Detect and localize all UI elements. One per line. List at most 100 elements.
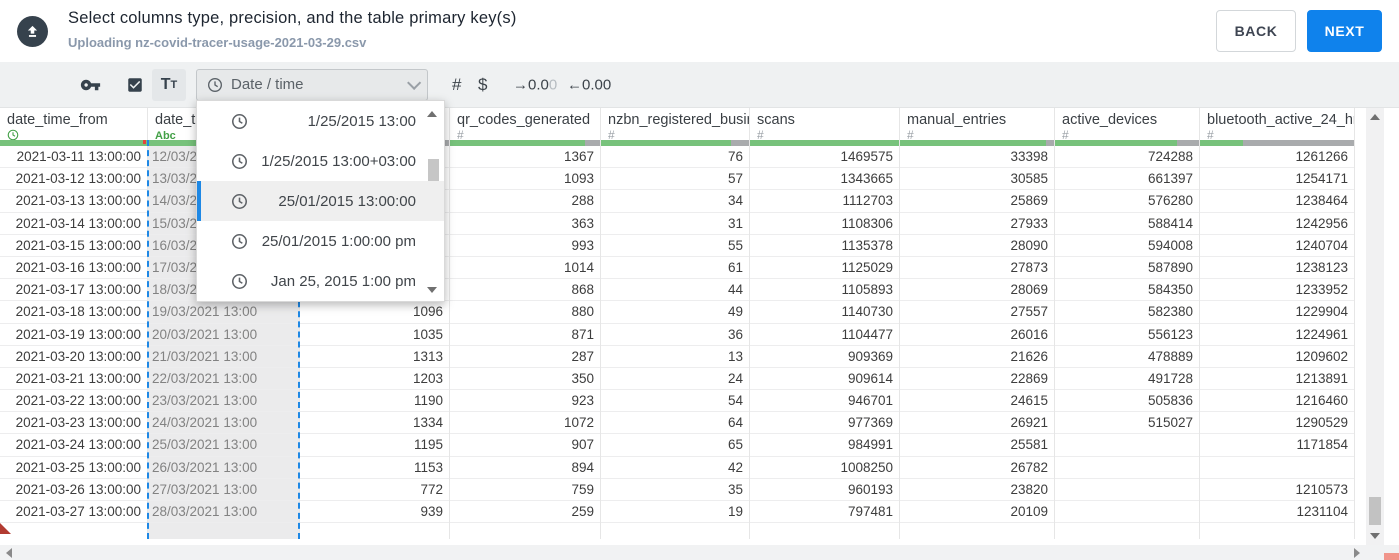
vertical-scrollbar[interactable] bbox=[1366, 108, 1384, 545]
dropdown-option-label: Jan 25, 2015 1:00 pm bbox=[270, 272, 416, 290]
column-header[interactable]: manual_entries # bbox=[900, 108, 1054, 140]
quality-bar-valid bbox=[750, 140, 899, 146]
column-type-indicator bbox=[0, 128, 147, 140]
table-cell: 61 bbox=[601, 257, 749, 280]
dropdown-option[interactable]: 1/25/2015 13:00+03:00 bbox=[197, 141, 444, 181]
table-column-scans[interactable]: scans #1469575 1343665 1112703 1108306 113537… bbox=[750, 108, 900, 539]
table-cell: 1171854 bbox=[1200, 434, 1354, 457]
table-cell: 909614 bbox=[750, 368, 899, 391]
column-header[interactable]: scans # bbox=[750, 108, 899, 140]
table-cell: 946701 bbox=[750, 390, 899, 413]
scroll-up-icon[interactable] bbox=[1370, 114, 1380, 120]
table-cell: 939 bbox=[300, 501, 449, 524]
primary-key-button[interactable] bbox=[80, 74, 101, 95]
upload-arrow-icon bbox=[27, 25, 38, 37]
boolean-type-button[interactable] bbox=[126, 76, 144, 94]
vertical-scroll-thumb[interactable] bbox=[1369, 497, 1381, 525]
table-cell-empty bbox=[750, 523, 899, 539]
table-cell: 1140730 bbox=[750, 301, 899, 324]
column-header[interactable]: active_devices # bbox=[1055, 108, 1199, 140]
dropdown-option[interactable]: 1/25/2015 13:00 bbox=[197, 101, 444, 141]
table-column-bluetooth_active_24_hr_[interactable]: bluetooth_active_24_hr_ #1261266 1254171 12… bbox=[1200, 108, 1355, 539]
table-cell: 909369 bbox=[750, 346, 899, 368]
table-cell: 2021-03-15 13:00:00 bbox=[0, 235, 147, 257]
table-column-qr_codes_generated[interactable]: qr_codes_generated #1367 1093 288 363 993 1014… bbox=[450, 108, 601, 539]
table-cell: 44 bbox=[601, 279, 749, 302]
column-name: bluetooth_active_24_hr_ bbox=[1207, 112, 1354, 128]
dropdown-option-label: 25/01/2015 1:00:00 pm bbox=[261, 232, 416, 250]
quality-bar-valid bbox=[0, 140, 147, 146]
scroll-left-icon[interactable] bbox=[6, 548, 12, 558]
integer-type-button[interactable]: # bbox=[452, 75, 461, 95]
text-type-label: Abc bbox=[155, 130, 176, 140]
table-cell: 28069 bbox=[900, 279, 1054, 302]
currency-type-button[interactable]: $ bbox=[478, 75, 487, 95]
table-cell: 26016 bbox=[900, 324, 1054, 346]
column-name: date_time_from bbox=[7, 112, 108, 128]
table-cell: 1367 bbox=[450, 146, 600, 169]
table-cell: 350 bbox=[450, 368, 600, 391]
table-cell: 977369 bbox=[750, 412, 899, 435]
table-cell: 894 bbox=[450, 457, 600, 479]
row-error-icon bbox=[0, 523, 11, 535]
table-cell: 582380 bbox=[1055, 301, 1199, 324]
column-header[interactable]: qr_codes_generated # bbox=[450, 108, 600, 140]
clock-icon bbox=[231, 153, 248, 170]
table-cell bbox=[1055, 501, 1199, 524]
table-cell: 1229904 bbox=[1200, 301, 1354, 324]
table-cell: 22869 bbox=[900, 368, 1054, 391]
table-cell: 1195 bbox=[300, 434, 449, 457]
table-cell: 287 bbox=[450, 346, 600, 368]
table-cell: 1224961 bbox=[1200, 324, 1354, 346]
table-cell-empty bbox=[450, 523, 600, 539]
table-cell: 21626 bbox=[900, 346, 1054, 368]
table-cell: 880 bbox=[450, 301, 600, 324]
table-cell: 1238464 bbox=[1200, 190, 1354, 213]
table-cell: 21/03/2021 13:00 bbox=[148, 345, 299, 368]
selected-column-border bbox=[147, 140, 149, 539]
table-column-nzbn_registered_busine[interactable]: nzbn_registered_busine #76 57 34 31 55 61 44 49 3… bbox=[601, 108, 750, 539]
quality-bar-valid bbox=[450, 140, 585, 146]
table-cell: 1290529 bbox=[1200, 412, 1354, 435]
horizontal-scroll-thumb[interactable] bbox=[1384, 553, 1399, 560]
column-header[interactable]: date_time_from bbox=[0, 108, 147, 140]
dropdown-option[interactable]: Jan 25, 2015 1:00 pm bbox=[197, 261, 444, 301]
column-type-indicator: # bbox=[750, 128, 899, 140]
table-cell: 19/03/2021 13:00 bbox=[148, 301, 299, 324]
table-cell: 1469575 bbox=[750, 146, 899, 169]
column-name: nzbn_registered_busine bbox=[608, 112, 749, 128]
back-button[interactable]: BACK bbox=[1216, 10, 1296, 52]
datetime-format-dropdown[interactable]: Date / time bbox=[196, 68, 428, 101]
table-cell: 1008250 bbox=[750, 457, 899, 479]
decimal-decrease-button[interactable]: ←0.00 bbox=[567, 76, 611, 93]
clock-icon bbox=[231, 233, 248, 250]
table-cell: 1104477 bbox=[750, 324, 899, 346]
column-header[interactable]: bluetooth_active_24_hr_ # bbox=[1200, 108, 1354, 140]
table-column-manual_entries[interactable]: manual_entries #33398 30585 25869 27933 28090… bbox=[900, 108, 1055, 539]
table-cell: 1153 bbox=[300, 457, 449, 479]
text-type-button[interactable]: TT bbox=[152, 68, 186, 101]
column-type-indicator: # bbox=[450, 128, 600, 140]
scroll-down-icon[interactable] bbox=[1370, 533, 1380, 539]
dropdown-option[interactable]: 25/01/2015 1:00:00 pm bbox=[197, 221, 444, 261]
table-cell: 27/03/2021 13:00 bbox=[148, 478, 299, 501]
table-cell: 25869 bbox=[900, 190, 1054, 213]
table-cell: 34 bbox=[601, 190, 749, 213]
next-button[interactable]: NEXT bbox=[1307, 10, 1382, 52]
table-cell-empty bbox=[601, 523, 749, 539]
table-cell: 25/03/2021 13:00 bbox=[148, 434, 299, 457]
chevron-down-icon bbox=[407, 75, 422, 90]
column-header[interactable]: nzbn_registered_busine # bbox=[601, 108, 749, 140]
clock-icon bbox=[231, 153, 248, 169]
scroll-right-icon[interactable] bbox=[1354, 548, 1360, 558]
dropdown-option[interactable]: 25/01/2015 13:00:00 bbox=[197, 181, 444, 221]
table-cell: 1014 bbox=[450, 257, 600, 280]
table-cell: 19 bbox=[601, 501, 749, 524]
decimal-increase-button[interactable]: →0.00 bbox=[513, 76, 557, 93]
table-column-date_time_from[interactable]: date_time_from 2021-03-11 13:00:00 2021-0… bbox=[0, 108, 148, 539]
text-type-icon: T bbox=[160, 75, 171, 93]
table-column-active_devices[interactable]: active_devices #724288 661397 576280 588414 5… bbox=[1055, 108, 1200, 539]
table-cell: 28090 bbox=[900, 235, 1054, 257]
horizontal-scrollbar[interactable] bbox=[0, 545, 1399, 560]
upload-icon bbox=[17, 16, 48, 47]
